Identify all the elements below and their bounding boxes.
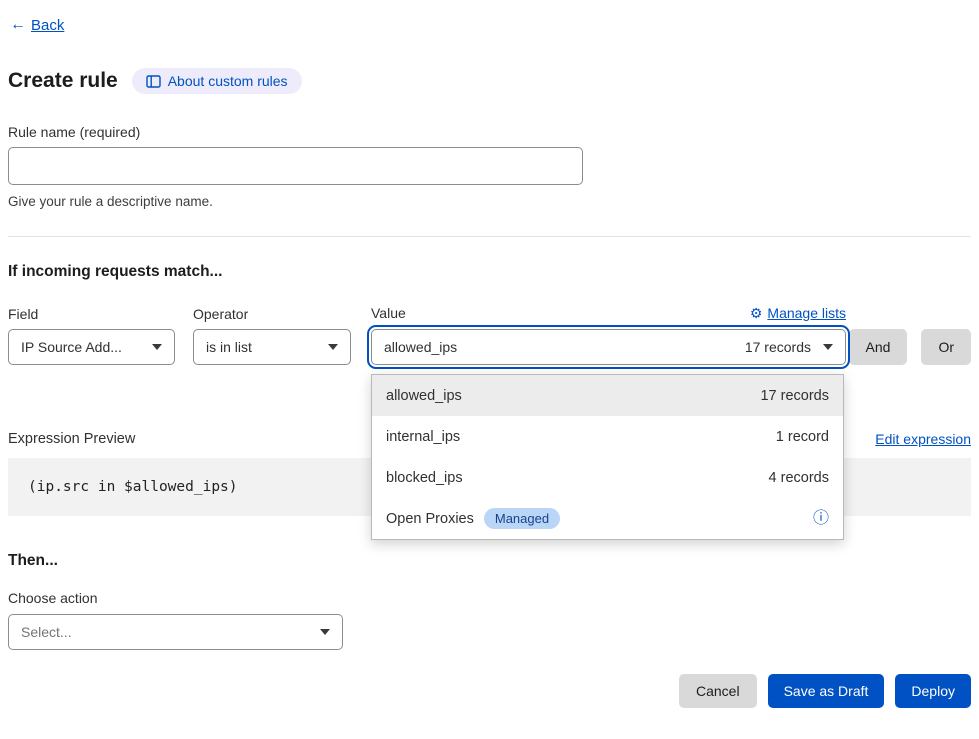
- expression-preview-label: Expression Preview: [8, 431, 135, 447]
- rule-name-helper: Give your rule a descriptive name.: [8, 194, 971, 209]
- operator-select[interactable]: is in list: [193, 329, 351, 365]
- list-item-blocked-ips[interactable]: blocked_ips 4 records: [372, 457, 843, 498]
- action-select[interactable]: Select...: [8, 614, 343, 650]
- list-item-name: Open Proxies: [386, 511, 474, 527]
- list-item-internal-ips[interactable]: internal_ips 1 record: [372, 416, 843, 457]
- footer-actions: Cancel Save as Draft Deploy: [8, 674, 971, 708]
- list-item-name: allowed_ips: [386, 388, 462, 404]
- field-select-value: IP Source Add...: [21, 339, 122, 355]
- match-row: Field IP Source Add... Operator is in li…: [8, 305, 971, 365]
- field-select[interactable]: IP Source Add...: [8, 329, 175, 365]
- about-custom-rules-label: About custom rules: [168, 73, 288, 89]
- rule-name-block: Rule name (required) Give your rule a de…: [8, 124, 971, 209]
- value-records-count: 17 records: [745, 339, 811, 355]
- edit-expression-link[interactable]: Edit expression: [875, 431, 971, 447]
- managed-badge: Managed: [484, 508, 560, 529]
- cancel-button[interactable]: Cancel: [679, 674, 757, 708]
- choose-action-label: Choose action: [8, 590, 971, 606]
- back-arrow-icon: ←: [10, 16, 26, 34]
- back-link-label: Back: [31, 17, 64, 34]
- rule-name-input[interactable]: [8, 147, 583, 185]
- operator-column: Operator is in list: [193, 306, 351, 365]
- section-divider: [8, 236, 971, 237]
- chevron-down-icon: [823, 344, 833, 350]
- chevron-down-icon: [152, 344, 162, 350]
- field-column: Field IP Source Add...: [8, 306, 175, 365]
- value-label-row: Value ⚙ Manage lists: [371, 305, 846, 321]
- info-icon[interactable]: ⓘ: [813, 511, 829, 527]
- manage-lists-link[interactable]: ⚙ Manage lists: [750, 305, 846, 321]
- page-title: Create rule: [8, 69, 118, 93]
- value-select-value: allowed_ips: [384, 339, 457, 355]
- list-item-allowed-ips[interactable]: allowed_ips 17 records: [372, 375, 843, 416]
- value-label: Value: [371, 305, 406, 321]
- value-dropdown-menu: allowed_ips 17 records internal_ips 1 re…: [371, 374, 844, 540]
- list-item-open-proxies[interactable]: Open Proxies Managed ⓘ: [372, 498, 843, 539]
- value-column: Value ⚙ Manage lists allowed_ips 17 reco…: [371, 305, 846, 365]
- manage-lists-label: Manage lists: [767, 305, 846, 321]
- operator-label: Operator: [193, 306, 351, 322]
- rule-name-label: Rule name (required): [8, 124, 971, 140]
- value-select[interactable]: allowed_ips 17 records: [371, 329, 846, 365]
- deploy-button[interactable]: Deploy: [895, 674, 971, 708]
- conjunction-buttons: And Or: [849, 329, 971, 365]
- back-link[interactable]: ← Back: [10, 16, 64, 34]
- or-button[interactable]: Or: [921, 329, 971, 365]
- create-rule-page: ← Back Create rule About custom rules Ru…: [0, 0, 979, 708]
- gear-icon: ⚙: [750, 306, 763, 320]
- list-item-detail: 1 record: [776, 429, 829, 445]
- chevron-down-icon: [328, 344, 338, 350]
- list-item-detail: 4 records: [769, 470, 829, 486]
- operator-select-value: is in list: [206, 339, 252, 355]
- chevron-down-icon: [320, 629, 330, 635]
- list-item-detail: 17 records: [760, 388, 829, 404]
- and-button[interactable]: And: [849, 329, 908, 365]
- about-custom-rules-link[interactable]: About custom rules: [132, 68, 302, 94]
- field-label: Field: [8, 306, 175, 322]
- then-section-heading: Then...: [8, 552, 971, 570]
- action-select-placeholder: Select...: [21, 624, 72, 640]
- list-item-name: blocked_ips: [386, 470, 463, 486]
- list-item-name: internal_ips: [386, 429, 460, 445]
- title-row: Create rule About custom rules: [8, 68, 971, 94]
- save-as-draft-button[interactable]: Save as Draft: [768, 674, 885, 708]
- match-section-heading: If incoming requests match...: [8, 263, 971, 281]
- book-icon: [146, 75, 161, 88]
